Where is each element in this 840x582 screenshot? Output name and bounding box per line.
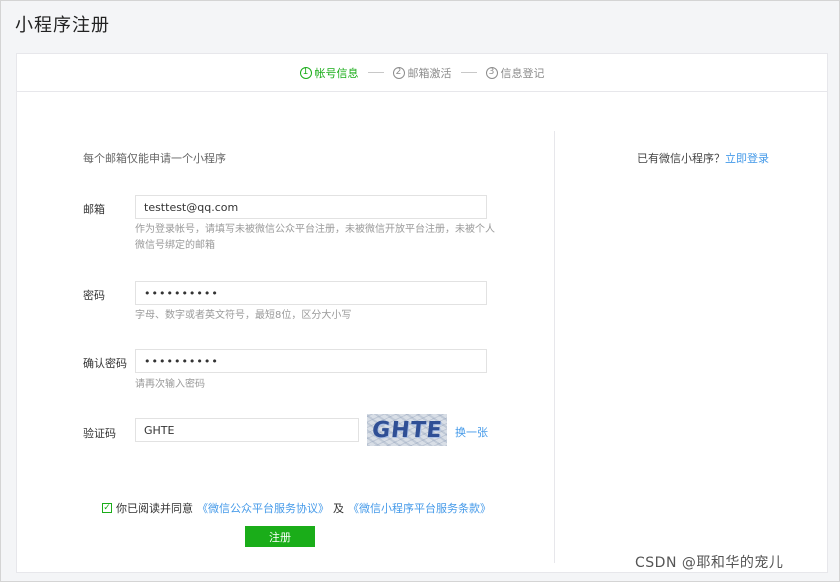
miniprogram-terms-link[interactable]: 《微信小程序平台服务条款》 bbox=[348, 500, 491, 516]
step-separator bbox=[460, 72, 477, 73]
password-hint: 字母、数字或者英文符号，最短8位，区分大小写 bbox=[135, 310, 352, 321]
registration-card: 1 帐号信息 2 邮箱激活 3 信息登记 每个邮箱仅能申请一个小程序 已有微信小… bbox=[16, 53, 828, 573]
step-label: 邮箱激活 bbox=[407, 66, 452, 80]
step-account-info: 1 帐号信息 bbox=[299, 65, 359, 81]
password-label: 密码 bbox=[83, 289, 105, 302]
confirm-password-label: 确认密码 bbox=[83, 357, 127, 370]
watermark: CSDN @耶和华的宠儿 bbox=[635, 555, 784, 571]
confirm-password-hint: 请再次输入密码 bbox=[135, 379, 205, 390]
password-input[interactable] bbox=[135, 281, 487, 305]
platform-agreement-link[interactable]: 《微信公众平台服务协议》 bbox=[197, 500, 329, 516]
captcha-image-text: GHTE bbox=[370, 417, 444, 443]
captcha-image[interactable]: GHTE bbox=[367, 414, 447, 446]
step-info-registration: 3 信息登记 bbox=[485, 65, 545, 81]
agreement-row: ✓ 你已阅读并同意 《微信公众平台服务协议》 及 《微信小程序平台服务条款》 bbox=[102, 500, 491, 516]
agree-prefix: 你已阅读并同意 bbox=[116, 502, 193, 515]
step-number-icon: 2 bbox=[392, 66, 405, 79]
step-number-icon: 3 bbox=[485, 66, 498, 79]
window-frame: 小程序注册 1 帐号信息 2 邮箱激活 3 信息登记 每个邮箱仅能申请一个小程序… bbox=[0, 0, 840, 582]
captcha-label: 验证码 bbox=[83, 427, 116, 440]
login-prompt-text: 已有微信小程序？ bbox=[637, 152, 725, 165]
step-number-icon: 1 bbox=[299, 66, 312, 79]
step-label: 帐号信息 bbox=[314, 66, 359, 80]
login-link[interactable]: 立即登录 bbox=[725, 152, 769, 165]
captcha-refresh-link[interactable]: 换一张 bbox=[455, 424, 488, 440]
step-indicator: 1 帐号信息 2 邮箱激活 3 信息登记 bbox=[17, 54, 827, 92]
captcha-input[interactable] bbox=[135, 418, 359, 442]
step-label: 信息登记 bbox=[500, 66, 545, 80]
email-label: 邮箱 bbox=[83, 203, 105, 216]
check-icon: ✓ bbox=[103, 502, 111, 513]
form-intro: 每个邮箱仅能申请一个小程序 bbox=[83, 152, 226, 165]
step-email-activation: 2 邮箱激活 bbox=[392, 65, 452, 81]
page-title: 小程序注册 bbox=[15, 15, 110, 36]
agree-mid: 及 bbox=[333, 502, 344, 515]
step-separator bbox=[367, 72, 384, 73]
register-button[interactable]: 注册 bbox=[245, 526, 315, 547]
confirm-password-input[interactable] bbox=[135, 349, 487, 373]
email-hint: 作为登录帐号，请填写未被微信公众平台注册，未被微信开放平台注册，未被个人微信号绑… bbox=[135, 224, 495, 251]
email-input[interactable] bbox=[135, 195, 487, 219]
column-divider bbox=[554, 131, 555, 563]
agree-checkbox[interactable]: ✓ bbox=[102, 503, 112, 513]
login-prompt: 已有微信小程序？立即登录 bbox=[637, 150, 769, 166]
